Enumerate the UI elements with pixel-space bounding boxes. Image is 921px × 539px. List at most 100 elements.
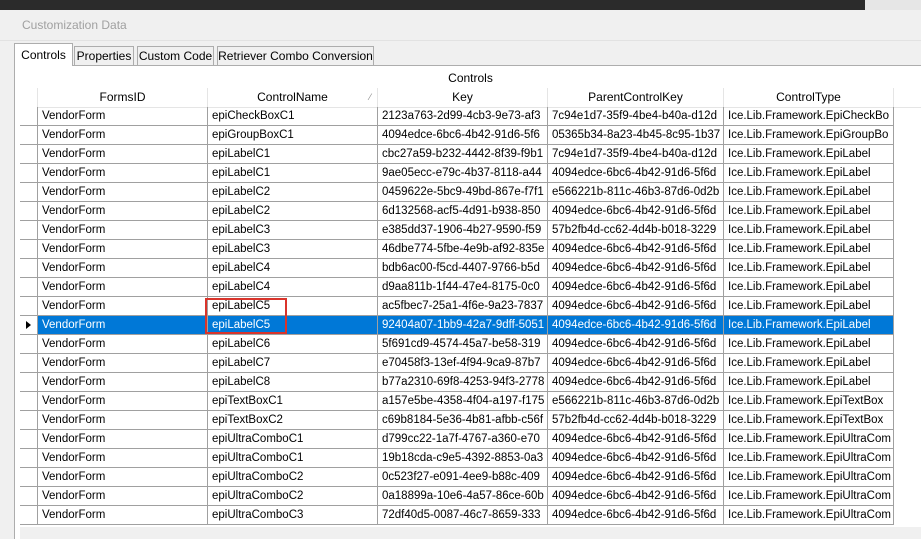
cell-formsid[interactable]: VendorForm	[38, 164, 208, 183]
table-row[interactable]: VendorForm epiLabelC4 bdb6ac00-f5cd-4407-9…	[20, 259, 921, 278]
cell-controltype[interactable]: Ice.Lib.Framework.EpiLabel	[724, 202, 894, 221]
row-selector[interactable]	[20, 297, 38, 316]
cell-formsid[interactable]: VendorForm	[38, 430, 208, 449]
cell-controltype[interactable]: Ice.Lib.Framework.EpiLabel	[724, 297, 894, 316]
cell-controlname[interactable]: epiLabelC4	[208, 259, 378, 278]
cell-key[interactable]: 5f691cd9-4574-45a7-be58-319	[378, 335, 548, 354]
row-selector[interactable]	[20, 392, 38, 411]
table-row[interactable]: VendorForm epiLabelC3 e385dd37-1906-4b27-9…	[20, 221, 921, 240]
cell-key[interactable]: d9aa811b-1f44-47e4-8175-0c0	[378, 278, 548, 297]
cell-controltype[interactable]: Ice.Lib.Framework.EpiLabel	[724, 278, 894, 297]
table-row[interactable]: VendorForm epiLabelC6 5f691cd9-4574-45a7-b…	[20, 335, 921, 354]
row-selector[interactable]	[20, 316, 38, 335]
table-row[interactable]: VendorForm epiUltraComboC1 19b18cda-c9e5-4…	[20, 449, 921, 468]
cell-key[interactable]: 19b18cda-c9e5-4392-8853-0a3	[378, 449, 548, 468]
cell-controlname[interactable]: epiUltraComboC3	[208, 506, 378, 525]
cell-parentcontrolkey[interactable]: 4094edce-6bc6-4b42-91d6-5f6d	[548, 487, 724, 506]
cell-controlname[interactable]: epiLabelC4	[208, 278, 378, 297]
cell-controlname[interactable]: epiTextBoxC2	[208, 411, 378, 430]
table-row[interactable]: VendorForm epiLabelC1 cbc27a59-b232-4442-8…	[20, 145, 921, 164]
table-row[interactable]: VendorForm epiUltraComboC3 72df40d5-0087-4…	[20, 506, 921, 525]
cell-controltype[interactable]: Ice.Lib.Framework.EpiLabel	[724, 373, 894, 392]
cell-parentcontrolkey[interactable]: 4094edce-6bc6-4b42-91d6-5f6d	[548, 164, 724, 183]
cell-parentcontrolkey[interactable]: 05365b34-8a23-4b45-8c95-1b37	[548, 126, 724, 145]
cell-controlname[interactable]: epiCheckBoxC1	[208, 107, 378, 126]
cell-controltype[interactable]: Ice.Lib.Framework.EpiUltraCom	[724, 506, 894, 525]
cell-parentcontrolkey[interactable]: 4094edce-6bc6-4b42-91d6-5f6d	[548, 259, 724, 278]
table-row[interactable]: VendorForm epiUltraComboC2 0c523f27-e091-4…	[20, 468, 921, 487]
cell-controlname[interactable]: epiLabelC3	[208, 221, 378, 240]
table-row[interactable]: VendorForm epiTextBoxC1 a157e5be-4358-4f04…	[20, 392, 921, 411]
row-selector[interactable]	[20, 468, 38, 487]
cell-controlname[interactable]: epiUltraComboC1	[208, 449, 378, 468]
table-row[interactable]: VendorForm epiLabelC2 0459622e-5bc9-49bd-8…	[20, 183, 921, 202]
table-row[interactable]: VendorForm epiTextBoxC2 c69b8184-5e36-4b81…	[20, 411, 921, 430]
cell-formsid[interactable]: VendorForm	[38, 259, 208, 278]
cell-formsid[interactable]: VendorForm	[38, 297, 208, 316]
cell-formsid[interactable]: VendorForm	[38, 240, 208, 259]
row-selector[interactable]	[20, 449, 38, 468]
table-row[interactable]: VendorForm epiLabelC5 ac5fbec7-25a1-4f6e-9…	[20, 297, 921, 316]
controls-grid[interactable]: FormsID ControlName ⁄ Key ParentControlKe…	[20, 88, 921, 527]
cell-key[interactable]: e70458f3-13ef-4f94-9ca9-87b7	[378, 354, 548, 373]
cell-controlname[interactable]: epiLabelC1	[208, 145, 378, 164]
cell-controltype[interactable]: Ice.Lib.Framework.EpiUltraCom	[724, 487, 894, 506]
column-header-controlname[interactable]: ControlName ⁄	[208, 88, 378, 107]
cell-formsid[interactable]: VendorForm	[38, 278, 208, 297]
cell-controlname[interactable]: epiLabelC3	[208, 240, 378, 259]
table-row[interactable]: VendorForm epiLabelC8 b77a2310-69f8-4253-9…	[20, 373, 921, 392]
row-selector[interactable]	[20, 487, 38, 506]
cell-controltype[interactable]: Ice.Lib.Framework.EpiCheckBo	[724, 107, 894, 126]
table-row[interactable]: VendorForm epiUltraComboC1 d799cc22-1a7f-4…	[20, 430, 921, 449]
cell-formsid[interactable]: VendorForm	[38, 354, 208, 373]
cell-key[interactable]: cbc27a59-b232-4442-8f39-f9b1	[378, 145, 548, 164]
cell-key[interactable]: bdb6ac00-f5cd-4407-9766-b5d	[378, 259, 548, 278]
cell-parentcontrolkey[interactable]: 57b2fb4d-cc62-4d4b-b018-3229	[548, 411, 724, 430]
cell-parentcontrolkey[interactable]: 4094edce-6bc6-4b42-91d6-5f6d	[548, 335, 724, 354]
table-row[interactable]: VendorForm epiCheckBoxC1 2123a763-2d99-4cb…	[20, 107, 921, 126]
row-selector[interactable]	[20, 335, 38, 354]
column-header-controltype[interactable]: ControlType	[724, 88, 894, 107]
cell-parentcontrolkey[interactable]: 4094edce-6bc6-4b42-91d6-5f6d	[548, 506, 724, 525]
cell-key[interactable]: 9ae05ecc-e79c-4b37-8118-a44	[378, 164, 548, 183]
table-row[interactable]: VendorForm epiUltraComboC2 0a18899a-10e6-4…	[20, 487, 921, 506]
cell-controltype[interactable]: Ice.Lib.Framework.EpiTextBox	[724, 392, 894, 411]
row-selector[interactable]	[20, 221, 38, 240]
cell-formsid[interactable]: VendorForm	[38, 316, 208, 335]
cell-controltype[interactable]: Ice.Lib.Framework.EpiTextBox	[724, 411, 894, 430]
cell-key[interactable]: b77a2310-69f8-4253-94f3-2778	[378, 373, 548, 392]
table-row[interactable]: VendorForm epiLabelC3 46dbe774-5fbe-4e9b-a…	[20, 240, 921, 259]
cell-formsid[interactable]: VendorForm	[38, 126, 208, 145]
cell-controlname[interactable]: epiLabelC8	[208, 373, 378, 392]
cell-key[interactable]: 4094edce-6bc6-4b42-91d6-5f6	[378, 126, 548, 145]
cell-parentcontrolkey[interactable]: 4094edce-6bc6-4b42-91d6-5f6d	[548, 449, 724, 468]
cell-controltype[interactable]: Ice.Lib.Framework.EpiLabel	[724, 354, 894, 373]
cell-parentcontrolkey[interactable]: 4094edce-6bc6-4b42-91d6-5f6d	[548, 468, 724, 487]
row-selector[interactable]	[20, 183, 38, 202]
column-header-parentcontrolkey[interactable]: ParentControlKey	[548, 88, 724, 107]
tab-properties[interactable]: Properties	[74, 46, 134, 65]
cell-controltype[interactable]: Ice.Lib.Framework.EpiUltraCom	[724, 468, 894, 487]
cell-parentcontrolkey[interactable]: e566221b-811c-46b3-87d6-0d2b	[548, 392, 724, 411]
cell-parentcontrolkey[interactable]: 4094edce-6bc6-4b42-91d6-5f6d	[548, 240, 724, 259]
cell-key[interactable]: 72df40d5-0087-46c7-8659-333	[378, 506, 548, 525]
cell-key[interactable]: 2123a763-2d99-4cb3-9e73-af3	[378, 107, 548, 126]
cell-parentcontrolkey[interactable]: 4094edce-6bc6-4b42-91d6-5f6d	[548, 202, 724, 221]
cell-controltype[interactable]: Ice.Lib.Framework.EpiUltraCom	[724, 430, 894, 449]
cell-controlname[interactable]: epiLabelC2	[208, 183, 378, 202]
cell-controltype[interactable]: Ice.Lib.Framework.EpiLabel	[724, 221, 894, 240]
cell-formsid[interactable]: VendorForm	[38, 506, 208, 525]
cell-parentcontrolkey[interactable]: 4094edce-6bc6-4b42-91d6-5f6d	[548, 373, 724, 392]
cell-controlname[interactable]: epiLabelC5	[208, 316, 378, 335]
cell-controlname[interactable]: epiUltraComboC2	[208, 487, 378, 506]
cell-controltype[interactable]: Ice.Lib.Framework.EpiLabel	[724, 240, 894, 259]
cell-formsid[interactable]: VendorForm	[38, 335, 208, 354]
cell-formsid[interactable]: VendorForm	[38, 373, 208, 392]
row-selector[interactable]	[20, 278, 38, 297]
cell-formsid[interactable]: VendorForm	[38, 183, 208, 202]
cell-parentcontrolkey[interactable]: 57b2fb4d-cc62-4d4b-b018-3229	[548, 221, 724, 240]
cell-controltype[interactable]: Ice.Lib.Framework.EpiGroupBo	[724, 126, 894, 145]
row-selector[interactable]	[20, 126, 38, 145]
cell-parentcontrolkey[interactable]: 4094edce-6bc6-4b42-91d6-5f6d	[548, 297, 724, 316]
cell-parentcontrolkey[interactable]: 7c94e1d7-35f9-4be4-b40a-d12d	[548, 107, 724, 126]
